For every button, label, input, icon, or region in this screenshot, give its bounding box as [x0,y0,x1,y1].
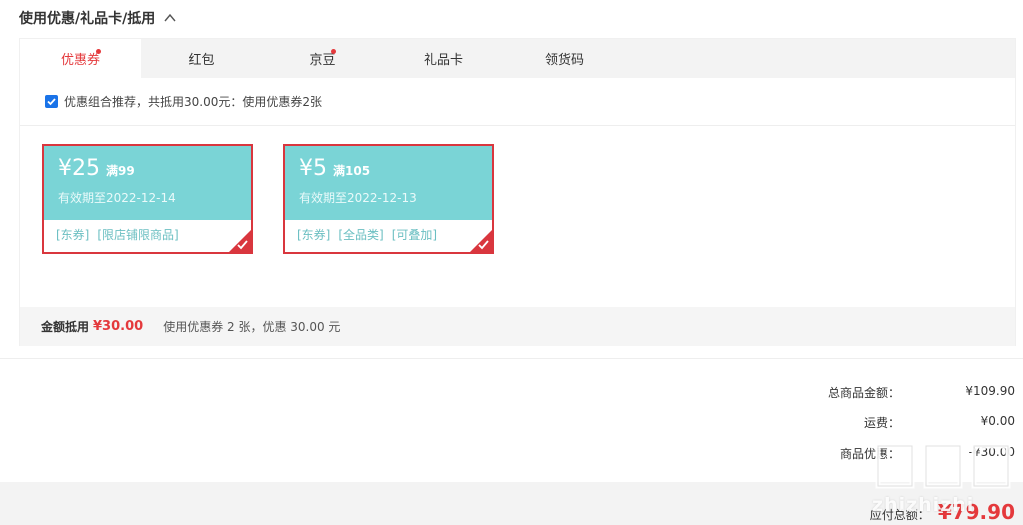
checkmark-icon [47,98,56,106]
coupon-tag: [可叠加] [391,228,438,242]
section-title[interactable]: 使用优惠/礼品卡/抵用 [19,8,177,28]
fee-value: -¥30.00 [968,445,1015,459]
fee-row-discount: 商品优惠： -¥30.00 [715,445,1015,462]
fee-row-goods-total: 总商品金额： ¥109.90 [715,384,1015,401]
fee-row-shipping: 运费： ¥0.00 [715,414,1015,431]
coupon-expiry: 有效期至2022-12-14 [58,191,176,205]
discount-panel: 优惠券 红包 京豆 礼品卡 领货码 优惠组合推荐，共抵用30.00元：使用优惠券… [19,38,1016,346]
coupon-tag: [全品类] [338,228,384,242]
summary-desc: 使用优惠券 2 张，优惠 30.00 元 [163,320,341,334]
coupon-condition: 满105 [333,164,371,178]
fee-label: 运费： [863,416,900,430]
tab-coupons[interactable]: 优惠券 [20,39,141,78]
combo-checkbox[interactable] [45,95,58,108]
summary-label: 金额抵用 [41,320,90,334]
divider [0,358,1023,359]
tab-label: 优惠券 [60,53,100,68]
section-title-text: 使用优惠/礼品卡/抵用 [19,11,156,27]
new-dot-icon [96,49,101,54]
combo-recommend-row: 优惠组合推荐，共抵用30.00元：使用优惠券2张 [20,78,1015,126]
coupon-tag: [限店铺限商品] [97,228,179,242]
new-dot-icon [331,49,336,54]
summary-amount: ¥30.00 [93,319,144,334]
discount-summary: 金额抵用 ¥30.00 使用优惠券 2 张，优惠 30.00 元 [20,307,1015,346]
chevron-up-icon[interactable] [163,11,177,25]
coupon-card[interactable]: ¥5 满105 有效期至2022-12-13 [东券] [全品类] [可叠加] [283,144,494,254]
coupon-tag: [东券] [297,228,331,242]
tab-red-packet[interactable]: 红包 [141,39,262,78]
combo-text: 优惠组合推荐，共抵用30.00元：使用优惠券2张 [64,95,322,109]
tab-jd-beans[interactable]: 京豆 [262,39,383,78]
coupon-amount: ¥5 [299,156,327,181]
total-label: 应付总额： [869,508,930,522]
coupon-condition: 满99 [106,164,135,178]
coupon-tags: [东券] [限店铺限商品] [44,220,251,243]
coupon-top: ¥25 满99 有效期至2022-12-14 [44,146,251,220]
tab-label: 礼品卡 [423,53,463,68]
tab-redeem-code[interactable]: 领货码 [504,39,625,78]
payable-total: 应付总额： ¥79.90 [870,500,1015,524]
coupon-top: ¥5 满105 有效期至2022-12-13 [285,146,492,220]
fee-value: ¥109.90 [965,384,1015,398]
fee-label: 总商品金额： [827,386,900,400]
tab-label: 领货码 [544,53,584,68]
total-value: ¥79.90 [937,500,1015,524]
selected-check-icon [229,230,251,252]
tab-gift-card[interactable]: 礼品卡 [383,39,504,78]
fee-value: ¥0.00 [980,414,1015,428]
fee-label: 商品优惠： [839,447,900,461]
tab-label: 红包 [188,53,215,68]
coupon-expiry: 有效期至2022-12-13 [299,191,417,205]
coupon-amount: ¥25 [58,156,100,181]
coupon-tag: [东券] [56,228,90,242]
tab-bar: 优惠券 红包 京豆 礼品卡 领货码 [20,39,1015,78]
coupon-card[interactable]: ¥25 满99 有效期至2022-12-14 [东券] [限店铺限商品] [42,144,253,254]
selected-check-icon [470,230,492,252]
coupon-tags: [东券] [全品类] [可叠加] [285,220,492,243]
